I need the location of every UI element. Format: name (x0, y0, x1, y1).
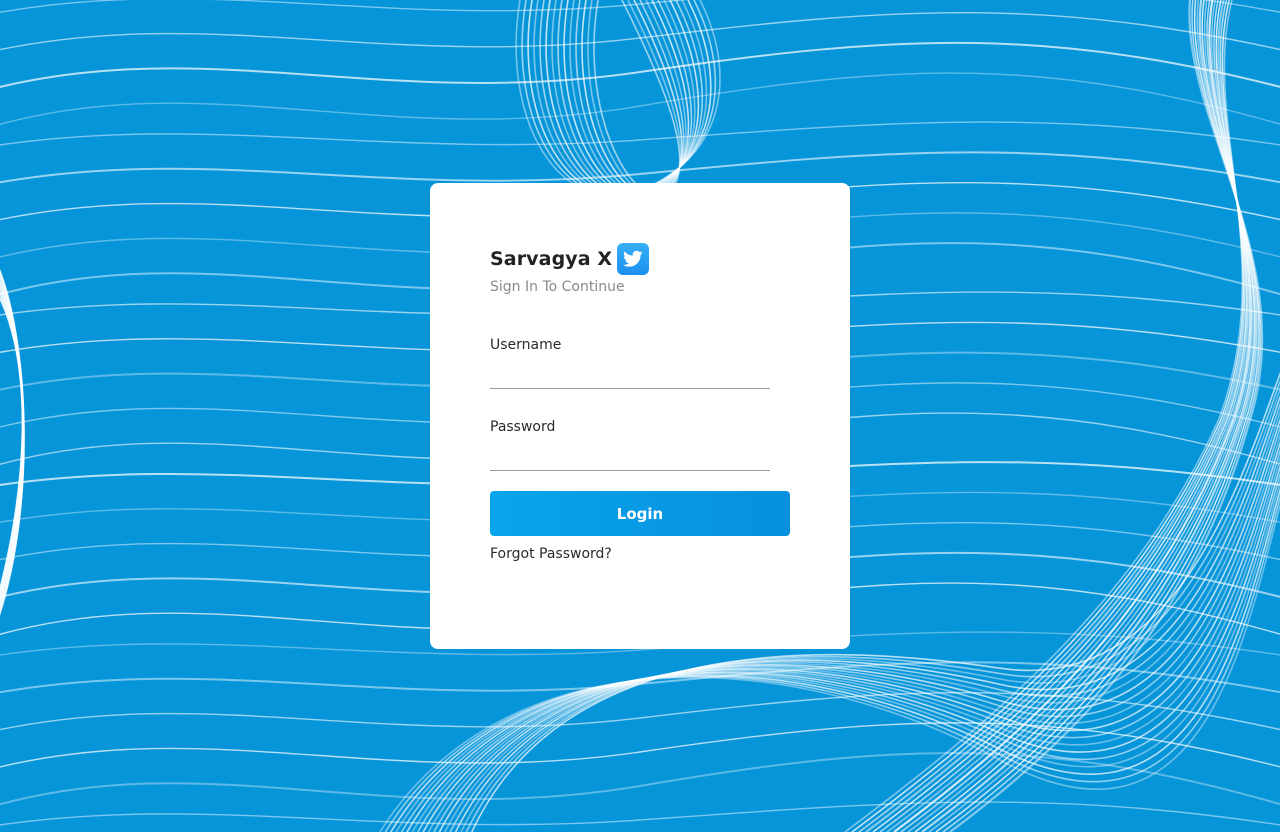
wave-line (569, 0, 687, 197)
forgot-password-link[interactable]: Forgot Password? (490, 546, 612, 562)
wave-line (0, 801, 1280, 826)
login-button[interactable]: Login (490, 491, 790, 536)
username-input[interactable] (490, 367, 770, 389)
login-card: Sarvagya X Sign In To Continue Username … (430, 183, 850, 649)
login-page: Sarvagya X Sign In To Continue Username … (0, 0, 1280, 832)
password-input[interactable] (490, 449, 770, 471)
wave-line (0, 722, 1280, 768)
password-label: Password (490, 419, 556, 435)
password-field: Password (490, 419, 770, 471)
username-label: Username (490, 337, 562, 353)
brand-row: Sarvagya X (490, 243, 790, 275)
wave-line (581, 0, 683, 197)
twitter-bird-icon (617, 243, 650, 275)
wave-line (0, 12, 1280, 51)
wave-line (0, 41, 1280, 88)
brand-title: Sarvagya X (490, 248, 613, 270)
username-field: Username (490, 337, 770, 389)
wave-line (0, 151, 1280, 184)
wave-line (0, 121, 1280, 146)
subtitle: Sign In To Continue (490, 279, 625, 295)
wave-line (844, 0, 1243, 832)
wave-line (557, 0, 693, 197)
wave-line (0, 72, 1280, 126)
